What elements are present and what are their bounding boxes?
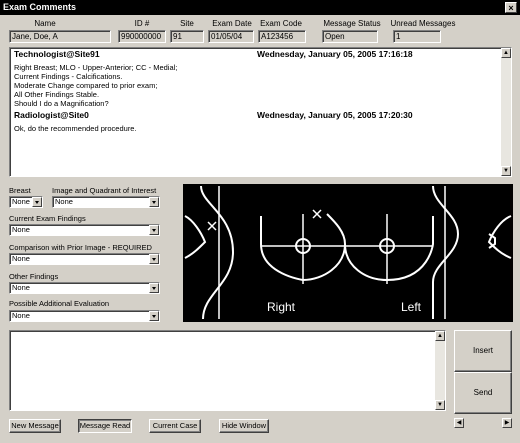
- site-field[interactable]: 91: [170, 30, 204, 43]
- message-input[interactable]: ▲ ▼: [9, 330, 446, 411]
- additional-eval-value: None: [12, 311, 30, 320]
- chevron-down-icon[interactable]: [32, 197, 42, 207]
- right-mlo-outline: [200, 185, 235, 320]
- chevron-down-icon[interactable]: [149, 225, 159, 235]
- message-input-scrollbar[interactable]: ▲ ▼: [435, 331, 445, 410]
- breast-label: Breast: [9, 186, 31, 195]
- current-findings-label: Current Exam Findings: [9, 214, 86, 223]
- exam-date-field[interactable]: 01/05/04: [208, 30, 254, 43]
- other-findings-select[interactable]: None: [9, 282, 160, 294]
- additional-eval-label: Possible Additional Evaluation: [9, 299, 110, 308]
- id-field[interactable]: 990000000: [118, 30, 166, 43]
- current-case-button[interactable]: Current Case: [149, 419, 201, 433]
- breast-diagram-svg: [184, 185, 512, 320]
- id-header: ID #: [134, 19, 150, 28]
- scroll-up-icon[interactable]: ▲: [435, 331, 445, 341]
- current-findings-value: None: [12, 225, 30, 234]
- message-sender: Technologist@Site91: [14, 49, 100, 59]
- message-body: Ok, do the recommended procedure.: [14, 124, 137, 133]
- horizontal-scrollbar[interactable]: ◀ ▶: [454, 418, 512, 429]
- hide-window-button[interactable]: Hide Window: [219, 419, 269, 433]
- message-item: Radiologist@Site0 Wednesday, January 05,…: [14, 110, 497, 134]
- breast-diagram[interactable]: Right Left: [183, 184, 513, 322]
- send-button[interactable]: Send: [454, 372, 512, 414]
- window-title: Exam Comments: [3, 2, 77, 12]
- scroll-down-icon[interactable]: ▼: [501, 166, 511, 176]
- scroll-right-icon[interactable]: ▶: [502, 418, 512, 428]
- chevron-down-icon[interactable]: [149, 197, 159, 207]
- quadrant-label: Image and Quadrant of Interest: [52, 186, 157, 195]
- message-timestamp: Wednesday, January 05, 2005 17:20:30: [257, 110, 413, 120]
- scroll-up-icon[interactable]: ▲: [501, 48, 511, 58]
- chevron-down-icon[interactable]: [149, 311, 159, 321]
- left-cc-outline: [344, 216, 434, 282]
- exam-date-header: Exam Date: [212, 19, 252, 28]
- conversation-panel[interactable]: Technologist@Site91 Wednesday, January 0…: [9, 47, 512, 177]
- message-status-header: Message Status: [323, 19, 381, 28]
- message-timestamp: Wednesday, January 05, 2005 17:16:18: [257, 49, 413, 59]
- unread-messages-field[interactable]: 1: [393, 30, 441, 43]
- message-sender: Radiologist@Site0: [14, 110, 89, 120]
- other-findings-value: None: [12, 283, 30, 292]
- comparison-label: Comparison with Prior Image - REQUIRED: [9, 243, 152, 252]
- quadrant-select[interactable]: None: [52, 196, 160, 208]
- name-field[interactable]: Jane, Doe, A: [9, 30, 111, 43]
- message-status-field[interactable]: Open: [322, 30, 378, 43]
- conversation-scrollbar[interactable]: ▲ ▼: [501, 48, 511, 176]
- chevron-down-icon[interactable]: [149, 254, 159, 264]
- unread-messages-header: Unread Messages: [390, 19, 456, 28]
- exam-code-header: Exam Code: [260, 19, 302, 28]
- message-body: Right Breast; MLO - Upper-Anterior; CC -…: [14, 63, 178, 108]
- comparison-select[interactable]: None: [9, 253, 160, 265]
- other-findings-label: Other Findings: [9, 272, 59, 281]
- additional-eval-select[interactable]: None: [9, 310, 160, 322]
- scroll-down-icon[interactable]: ▼: [435, 400, 445, 410]
- exam-code-field[interactable]: A123456: [258, 30, 306, 43]
- right-breast-profile: [184, 215, 207, 259]
- title-bar: Exam Comments ×: [0, 0, 520, 15]
- message-read-button[interactable]: Message Read: [78, 419, 132, 433]
- site-header: Site: [180, 19, 194, 28]
- breast-select[interactable]: None: [9, 196, 43, 208]
- name-header: Name: [34, 19, 56, 28]
- insert-button[interactable]: Insert: [454, 330, 512, 372]
- quadrant-select-value: None: [55, 197, 73, 206]
- diagram-right-label: Right: [267, 300, 296, 314]
- close-button[interactable]: ×: [505, 2, 517, 13]
- scroll-left-icon[interactable]: ◀: [454, 418, 464, 428]
- current-findings-select[interactable]: None: [9, 224, 160, 236]
- comparison-value: None: [12, 254, 30, 263]
- new-message-button[interactable]: New Message: [9, 419, 61, 433]
- diagram-left-label: Left: [401, 300, 422, 314]
- message-item: Technologist@Site91 Wednesday, January 0…: [14, 49, 497, 109]
- chevron-down-icon[interactable]: [149, 283, 159, 293]
- breast-select-value: None: [12, 197, 30, 206]
